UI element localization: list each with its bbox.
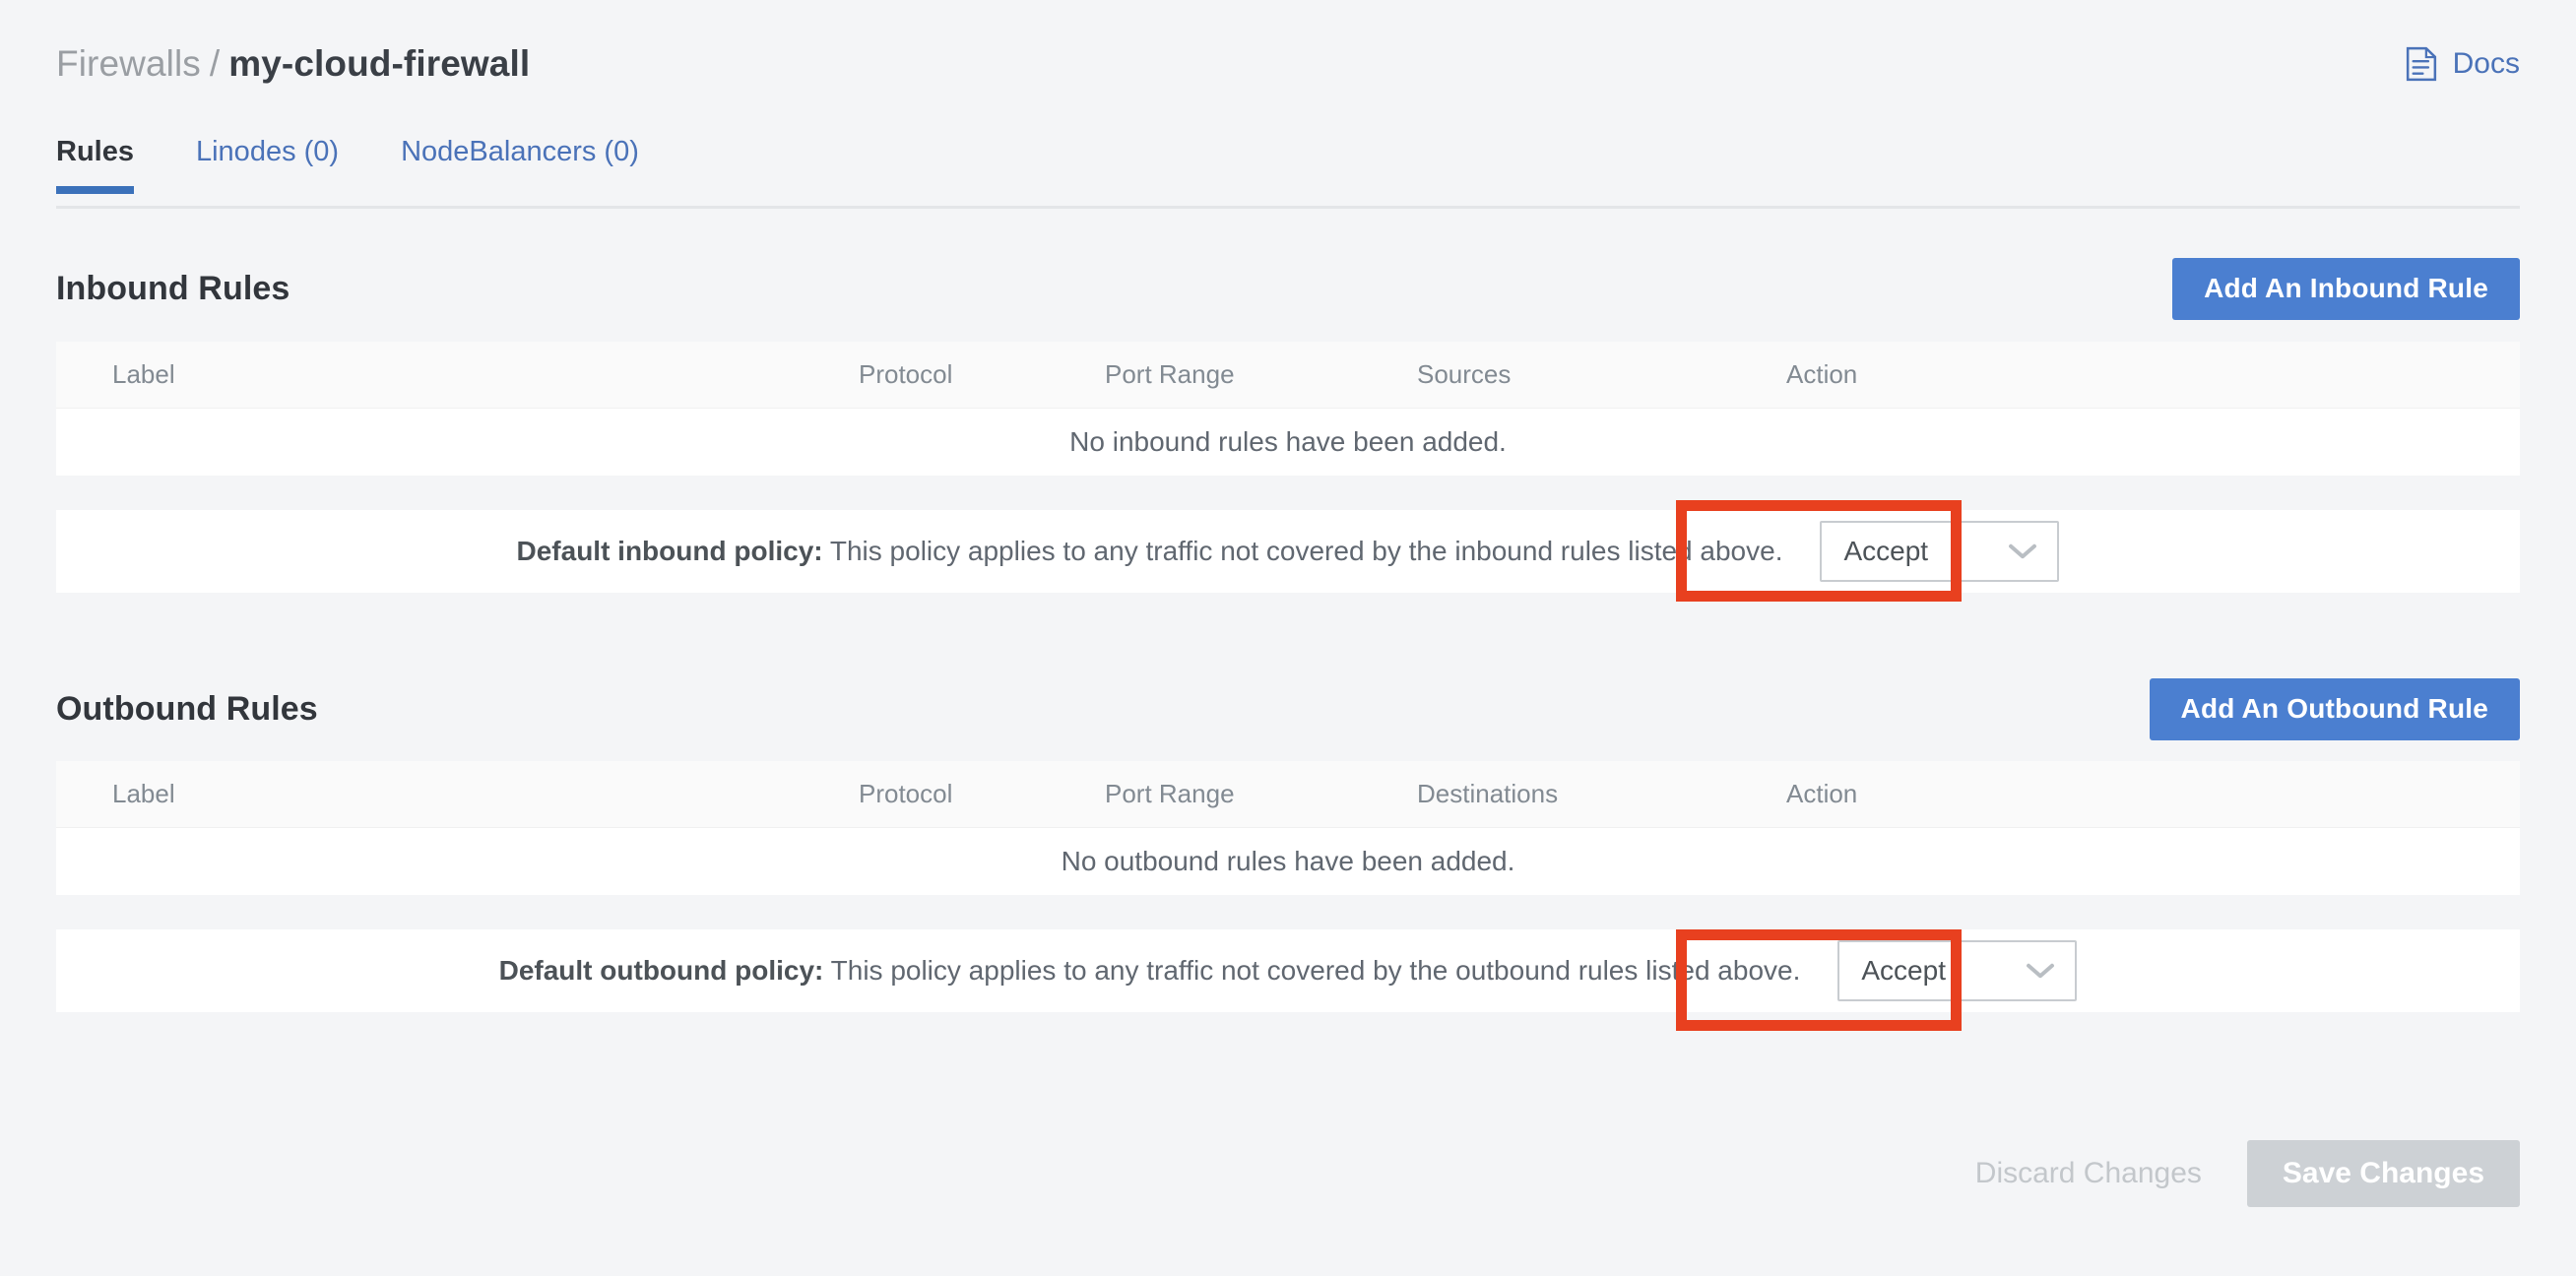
page-header: Firewalls / my-cloud-firewall Docs: [0, 0, 2576, 128]
column-header-label: Label: [56, 779, 859, 809]
column-header-sources: Sources: [1417, 359, 1786, 390]
outbound-policy-label: Default outbound policy:: [499, 955, 824, 986]
tab-rules-label: Rules: [56, 136, 134, 167]
tab-bar-divider: [56, 206, 2520, 209]
inbound-empty-text: No inbound rules have been added.: [1069, 426, 1507, 458]
column-header-protocol: Protocol: [859, 359, 1105, 390]
outbound-rules-table: Label Protocol Port Range Destinations A…: [56, 761, 2520, 895]
outbound-policy-text: Default outbound policy: This policy app…: [499, 955, 1801, 987]
inbound-default-policy-row: Default inbound policy: This policy appl…: [56, 510, 2520, 593]
column-header-destinations: Destinations: [1417, 779, 1786, 809]
tab-nodebalancers[interactable]: NodeBalancers (0): [401, 128, 639, 194]
discard-changes-button[interactable]: Discard Changes: [1948, 1140, 2229, 1207]
tab-nodebalancers-label: NodeBalancers (0): [401, 136, 639, 167]
inbound-section-header: Inbound Rules Add An Inbound Rule: [56, 259, 2520, 318]
outbound-title: Outbound Rules: [56, 690, 318, 729]
breadcrumb-separator: /: [210, 43, 220, 85]
document-icon: [2405, 46, 2438, 82]
inbound-title: Inbound Rules: [56, 270, 290, 308]
column-header-label: Label: [56, 359, 859, 390]
inbound-policy-text: Default inbound policy: This policy appl…: [517, 536, 1783, 567]
inbound-rules-table: Label Protocol Port Range Sources Action…: [56, 342, 2520, 476]
outbound-policy-select-value: Accept: [1861, 955, 1946, 987]
outbound-empty-row: No outbound rules have been added.: [56, 828, 2520, 895]
inbound-policy-label: Default inbound policy:: [517, 536, 823, 566]
breadcrumb-parent[interactable]: Firewalls: [56, 43, 201, 85]
firewall-rules-page: Firewalls / my-cloud-firewall Docs Rules…: [0, 0, 2576, 1276]
inbound-policy-select-value: Accept: [1843, 536, 1928, 567]
column-header-protocol: Protocol: [859, 779, 1105, 809]
column-header-port-range: Port Range: [1105, 359, 1417, 390]
outbound-policy-select[interactable]: Accept: [1837, 940, 2077, 1001]
chevron-down-icon: [2026, 962, 2055, 980]
inbound-table-header-row: Label Protocol Port Range Sources Action: [56, 342, 2520, 409]
add-inbound-rule-button[interactable]: Add An Inbound Rule: [2172, 258, 2520, 320]
column-header-action: Action: [1786, 359, 2082, 390]
docs-label: Docs: [2453, 47, 2520, 81]
docs-link[interactable]: Docs: [2405, 46, 2520, 82]
inbound-empty-row: No inbound rules have been added.: [56, 409, 2520, 476]
save-changes-button[interactable]: Save Changes: [2247, 1140, 2520, 1207]
tab-linodes-label: Linodes (0): [196, 136, 339, 167]
tab-linodes[interactable]: Linodes (0): [196, 128, 339, 194]
outbound-policy-description: This policy applies to any traffic not c…: [831, 955, 1801, 986]
breadcrumb: Firewalls / my-cloud-firewall: [56, 43, 530, 85]
form-actions: Discard Changes Save Changes: [56, 1140, 2520, 1207]
column-header-port-range: Port Range: [1105, 779, 1417, 809]
add-outbound-rule-button[interactable]: Add An Outbound Rule: [2150, 678, 2520, 740]
outbound-table-header-row: Label Protocol Port Range Destinations A…: [56, 761, 2520, 828]
inbound-policy-select[interactable]: Accept: [1820, 521, 2059, 582]
outbound-section-header: Outbound Rules Add An Outbound Rule: [56, 679, 2520, 738]
tab-rules[interactable]: Rules: [56, 128, 134, 194]
chevron-down-icon: [2008, 542, 2037, 560]
outbound-default-policy-row: Default outbound policy: This policy app…: [56, 929, 2520, 1012]
column-header-action: Action: [1786, 779, 2082, 809]
page-title: my-cloud-firewall: [228, 43, 530, 85]
inbound-policy-description: This policy applies to any traffic not c…: [830, 536, 1783, 566]
tab-bar: Rules Linodes (0) NodeBalancers (0): [0, 128, 2576, 211]
outbound-empty-text: No outbound rules have been added.: [1062, 846, 1515, 877]
